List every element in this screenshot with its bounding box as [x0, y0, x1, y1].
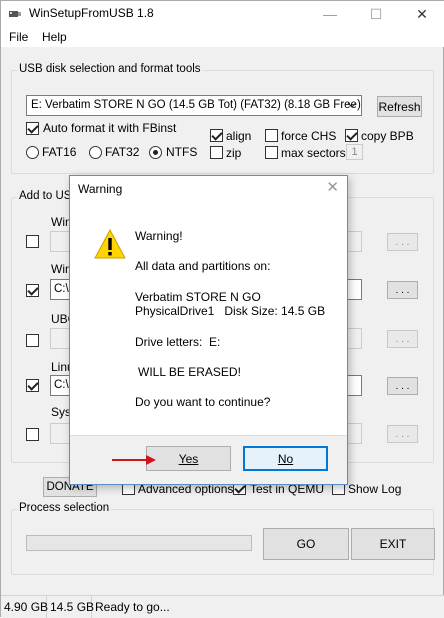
dialog-line-device: Verbatim STORE N GO — [135, 290, 261, 304]
show-log-label: Show Log — [348, 482, 402, 496]
ntfs-label: NTFS — [166, 145, 198, 159]
warning-dialog: Warning ✕ Warning! All data and partitio… — [69, 175, 348, 485]
yes-button[interactable]: Yes — [146, 446, 231, 471]
status-bar: 4.90 GB 14.5 GB Ready to go... — [1, 595, 444, 618]
windows-source-2-checkbox[interactable] — [26, 284, 39, 297]
syslinux-checkbox[interactable] — [26, 428, 39, 441]
force-chs-checkbox[interactable] — [265, 129, 278, 142]
usb-disk-select[interactable]: E: Verbatim STORE N GO (14.5 GB Tot) (FA… — [26, 95, 362, 116]
no-button[interactable]: No — [243, 446, 328, 471]
fat16-label: FAT16 — [42, 145, 77, 159]
usb-disk-value: E: Verbatim STORE N GO (14.5 GB Tot) (FA… — [31, 99, 361, 111]
align-checkbox[interactable] — [210, 129, 223, 142]
ubcd-checkbox[interactable] — [26, 334, 39, 347]
windows-source-1-browse-button[interactable]: . . . — [387, 233, 418, 251]
zip-label: zip — [226, 146, 242, 160]
warning-triangle-icon — [94, 229, 126, 259]
process-group-label: Process selection — [17, 502, 112, 514]
max-sectors-checkbox[interactable] — [265, 146, 278, 159]
fat16-radio[interactable] — [26, 146, 39, 159]
dialog-line-erased: WILL BE ERASED! — [138, 365, 241, 379]
progress-bar — [26, 535, 252, 551]
dialog-title: Warning — [78, 182, 123, 196]
dialog-warning-heading: Warning! — [135, 229, 183, 243]
go-button[interactable]: GO — [263, 528, 349, 560]
dialog-line-drive-letters: Drive letters: E: — [135, 335, 221, 349]
ubcd-browse-button[interactable]: . . . — [387, 330, 418, 348]
dialog-close-icon[interactable]: ✕ — [326, 178, 339, 196]
title-bar: WinSetupFromUSB 1.8 — ☐ ✕ — [1, 1, 444, 27]
fat32-radio[interactable] — [89, 146, 102, 159]
menu-file[interactable]: File — [9, 30, 28, 44]
linux-browse-button[interactable]: . . . — [387, 377, 418, 395]
chevron-down-icon — [347, 102, 357, 108]
align-label: align — [226, 129, 252, 143]
close-button[interactable]: ✕ — [399, 1, 444, 27]
linux-checkbox[interactable] — [26, 379, 39, 392]
maximize-button[interactable]: ☐ — [353, 1, 399, 27]
windows-source-1-checkbox[interactable] — [26, 235, 39, 248]
usb-group-label: USB disk selection and format tools — [17, 63, 203, 75]
ntfs-radio[interactable] — [149, 146, 162, 159]
no-label: No — [277, 451, 294, 466]
dialog-line-partitions: All data and partitions on: — [135, 259, 271, 273]
red-arrow-icon — [112, 455, 156, 465]
menu-help[interactable]: Help — [42, 30, 67, 44]
auto-format-checkbox[interactable] — [26, 122, 39, 135]
auto-format-label: Auto format it with FBinst — [43, 121, 177, 135]
exit-button[interactable]: EXIT — [351, 528, 435, 560]
force-chs-label: force CHS — [281, 129, 337, 143]
max-sectors-value[interactable]: 1 — [346, 144, 363, 160]
refresh-button[interactable]: Refresh — [377, 96, 422, 117]
usb-app-icon — [9, 11, 21, 17]
minimize-button[interactable]: — — [307, 1, 353, 27]
status-message: Ready to go... — [95, 600, 170, 614]
dialog-line-question: Do you want to continue? — [135, 395, 271, 409]
max-sectors-label: max sectors — [281, 146, 346, 160]
status-size-1: 4.90 GB — [1, 596, 48, 618]
copy-bpb-checkbox[interactable] — [345, 129, 358, 142]
menu-bar: File Help — [1, 27, 444, 47]
windows-source-2-browse-button[interactable]: . . . — [387, 281, 418, 299]
syslinux-browse-button[interactable]: . . . — [387, 425, 418, 443]
zip-checkbox[interactable] — [210, 146, 223, 159]
fat32-label: FAT32 — [105, 145, 140, 159]
yes-label: Yes — [178, 451, 199, 466]
copy-bpb-label: copy BPB — [361, 129, 414, 143]
status-size-2: 14.5 GB — [47, 596, 94, 618]
window-title: WinSetupFromUSB 1.8 — [29, 6, 154, 20]
dialog-line-physical: PhysicalDrive1 Disk Size: 14.5 GB — [135, 304, 326, 318]
